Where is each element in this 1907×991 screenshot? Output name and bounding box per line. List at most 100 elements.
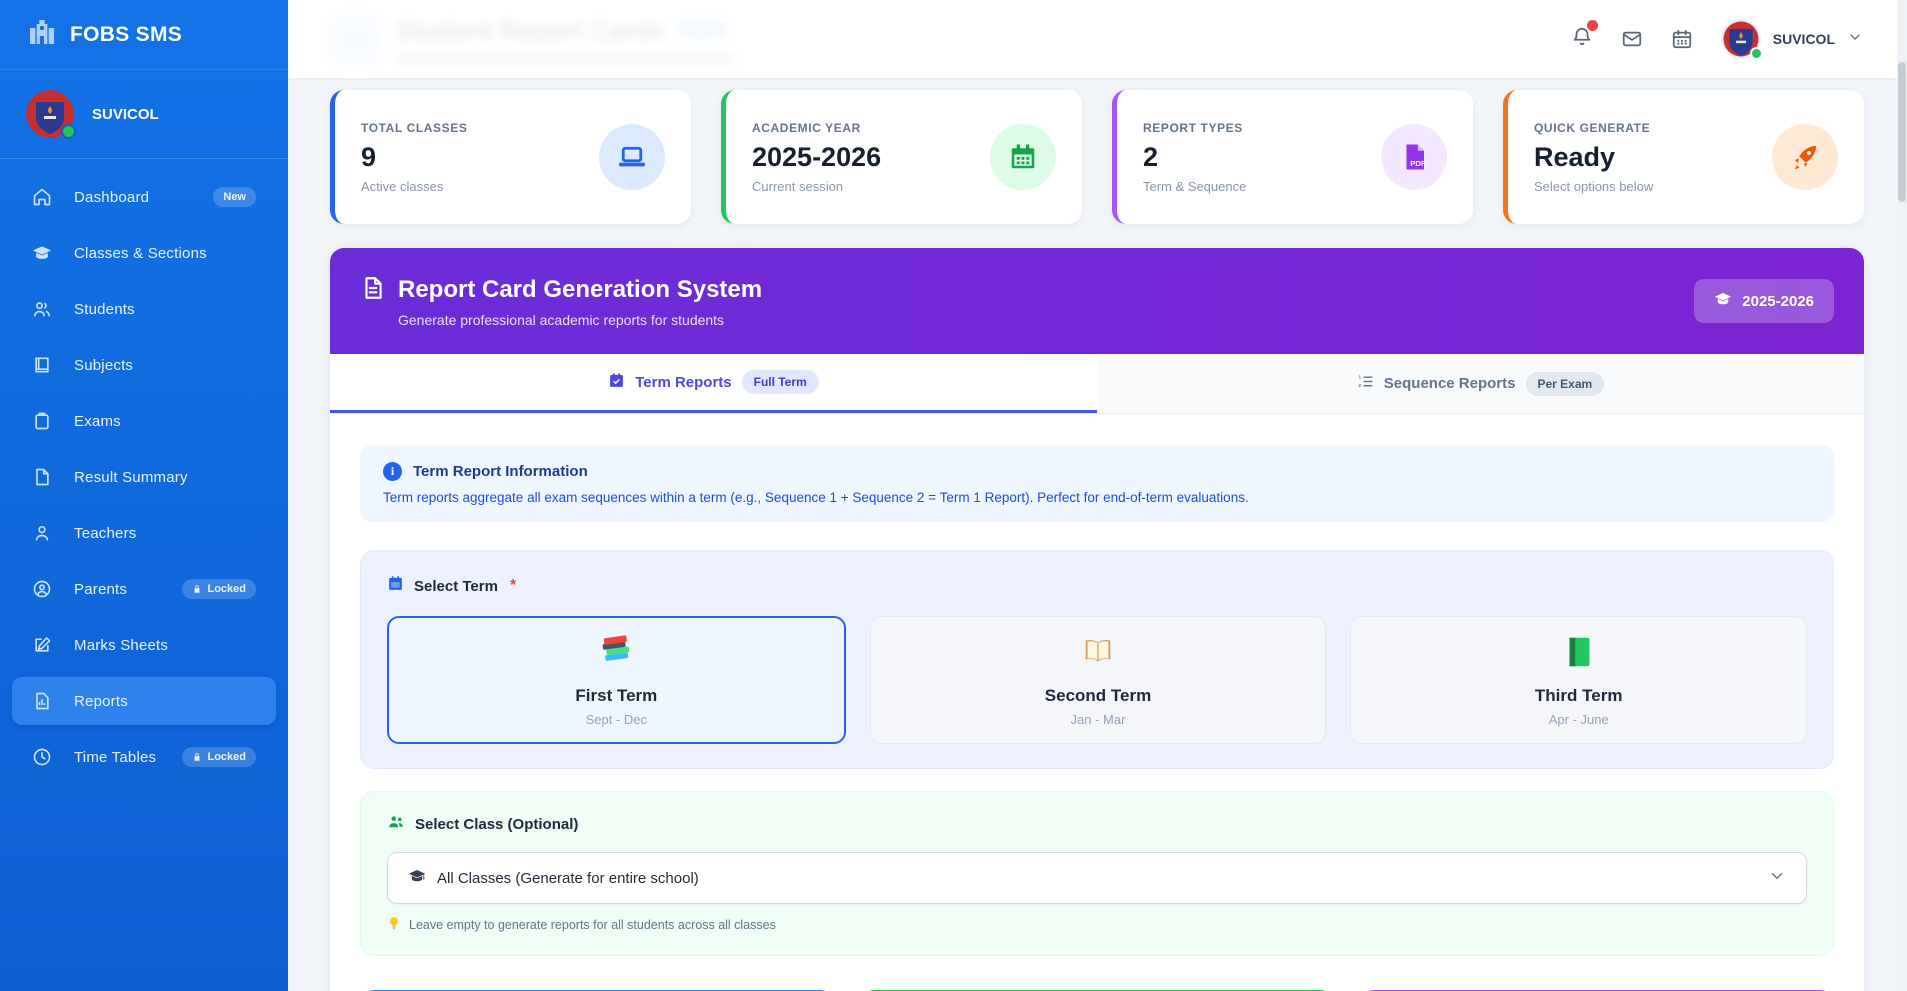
sidebar-item-time-tables[interactable]: Time Tables Locked	[12, 733, 276, 781]
topbar: Student Report Cards SUVICOL	[288, 0, 1907, 78]
class-select-value: All Classes (Generate for entire school)	[437, 870, 699, 887]
notification-dot	[1587, 20, 1598, 31]
sidebar-item-teachers[interactable]: Teachers	[12, 509, 276, 557]
hint-text: Leave empty to generate reports for all …	[409, 918, 776, 932]
blue-calendar-icon	[387, 575, 404, 597]
stats-row: TOTAL CLASSES 9 Active classes ACADEMIC …	[330, 90, 1864, 224]
scrollbar-thumb[interactable]	[1898, 62, 1906, 202]
sidebar-item-label: Teachers	[74, 525, 256, 542]
sidebar: FOBS SMS SUVICOL Dashboard New Classes &…	[0, 0, 288, 991]
faded-page-subtitle	[396, 54, 736, 64]
stat-card-quick-generate: QUICK GENERATE Ready Select options belo…	[1503, 90, 1864, 224]
sidebar-item-students[interactable]: Students	[12, 285, 276, 333]
school-building-icon	[26, 16, 58, 53]
faded-page-header: Student Report Cards	[328, 13, 736, 65]
sidebar-item-label: Marks Sheets	[74, 637, 256, 654]
calendar-icon[interactable]	[1671, 28, 1693, 50]
sidebar-item-result-summary[interactable]: Result Summary	[12, 453, 276, 501]
chevron-down-icon	[1847, 29, 1863, 50]
sidebar-item-marks-sheets[interactable]: Marks Sheets	[12, 621, 276, 669]
term-option-first[interactable]: First Term Sept - Dec	[387, 616, 846, 744]
banner-subtitle: Generate professional academic reports f…	[398, 312, 762, 328]
content: TOTAL CLASSES 9 Active classes ACADEMIC …	[288, 78, 1907, 991]
sidebar-item-label: Reports	[74, 693, 256, 710]
green-users-icon	[387, 813, 405, 836]
academic-year-badge[interactable]: 2025-2026	[1694, 279, 1834, 323]
user-avatar	[1721, 19, 1761, 59]
sidebar-item-subjects[interactable]: Subjects	[12, 341, 276, 389]
open-book-icon	[1079, 633, 1117, 676]
books-stack-icon	[597, 633, 635, 676]
stat-card-total-classes: TOTAL CLASSES 9 Active classes	[330, 90, 691, 224]
file-icon	[32, 467, 52, 487]
svg-text:2: 2	[1358, 383, 1361, 389]
term-report-info-box: i Term Report Information Term reports a…	[360, 445, 1834, 522]
sidebar-item-dashboard[interactable]: Dashboard New	[12, 173, 276, 221]
sidebar-item-label: Exams	[74, 413, 256, 430]
faded-header-pill	[677, 19, 729, 39]
class-select-dropdown[interactable]: All Classes (Generate for entire school)	[387, 852, 1807, 904]
term-title: Third Term	[1535, 686, 1623, 706]
term-option-second[interactable]: Second Term Jan - Mar	[870, 616, 1327, 744]
term-title: First Term	[575, 686, 657, 706]
tab-badge: Per Exam	[1526, 372, 1605, 396]
page-scrollbar[interactable]	[1897, 0, 1907, 991]
term-dates: Apr - June	[1549, 712, 1609, 727]
new-badge: New	[213, 187, 256, 207]
banner: Report Card Generation System Generate p…	[330, 248, 1864, 354]
edit-icon	[32, 635, 52, 655]
term-dates: Sept - Dec	[586, 712, 647, 727]
report-generation-card: Report Card Generation System Generate p…	[330, 248, 1864, 991]
stat-sub: Select options below	[1534, 179, 1653, 194]
select-term-label: Select Term	[414, 578, 498, 595]
green-book-icon	[1560, 633, 1598, 676]
tab-badge: Full Term	[742, 370, 819, 394]
term-options: First Term Sept - Dec Second Term Jan - …	[387, 616, 1807, 744]
svg-text:PDF: PDF	[1410, 159, 1426, 168]
user-menu[interactable]: SUVICOL	[1721, 19, 1863, 59]
sidebar-item-label: Result Summary	[74, 469, 256, 486]
sidebar-item-reports[interactable]: Reports	[12, 677, 276, 725]
laptop-icon	[599, 124, 665, 190]
term-option-third[interactable]: Third Term Apr - June	[1350, 616, 1807, 744]
graduation-cap-icon	[32, 243, 52, 263]
user-online-dot	[1750, 47, 1763, 60]
info-title: Term Report Information	[413, 463, 588, 480]
school-avatar	[26, 90, 74, 138]
user-name: SUVICOL	[1773, 31, 1835, 47]
sidebar-item-classes-sections[interactable]: Classes & Sections	[12, 229, 276, 277]
mail-icon[interactable]	[1621, 28, 1643, 50]
stat-sub: Term & Sequence	[1143, 179, 1246, 194]
school-name: SUVICOL	[92, 106, 159, 123]
person-circle-icon	[32, 579, 52, 599]
stat-value: 9	[361, 142, 467, 173]
numbered-list-icon: 12	[1357, 373, 1374, 394]
sidebar-item-exams[interactable]: Exams	[12, 397, 276, 445]
sidebar-item-parents[interactable]: Parents Locked	[12, 565, 276, 613]
tab-term-reports[interactable]: Term Reports Full Term	[330, 354, 1097, 413]
graduation-cap-icon	[1714, 290, 1732, 312]
tab-label: Sequence Reports	[1384, 375, 1516, 392]
academic-year-label: 2025-2026	[1742, 293, 1814, 310]
sidebar-profile[interactable]: SUVICOL	[0, 70, 288, 159]
app-logo[interactable]: FOBS SMS	[0, 0, 288, 70]
bell-icon	[1571, 35, 1593, 52]
stat-value: Ready	[1534, 142, 1653, 173]
stat-label: QUICK GENERATE	[1534, 121, 1653, 135]
home-icon	[32, 187, 52, 207]
tab-sequence-reports[interactable]: 12 Sequence Reports Per Exam	[1097, 354, 1864, 413]
sidebar-item-label: Time Tables	[74, 749, 160, 766]
book-icon	[32, 355, 52, 375]
term-title: Second Term	[1045, 686, 1151, 706]
locked-badge: Locked	[182, 747, 256, 767]
sidebar-item-label: Classes & Sections	[74, 245, 256, 262]
select-class-label: Select Class (Optional)	[415, 816, 578, 833]
locked-badge: Locked	[182, 579, 256, 599]
tab-label: Term Reports	[635, 374, 731, 391]
banner-title: Report Card Generation System	[398, 276, 762, 304]
info-icon: i	[383, 462, 402, 481]
main-area: Student Report Cards SUVICOL	[288, 0, 1907, 991]
stat-label: TOTAL CLASSES	[361, 121, 467, 135]
notifications-button[interactable]	[1571, 26, 1593, 53]
select-term-section: Select Term * First Term Sept - Dec Seco…	[360, 550, 1834, 769]
